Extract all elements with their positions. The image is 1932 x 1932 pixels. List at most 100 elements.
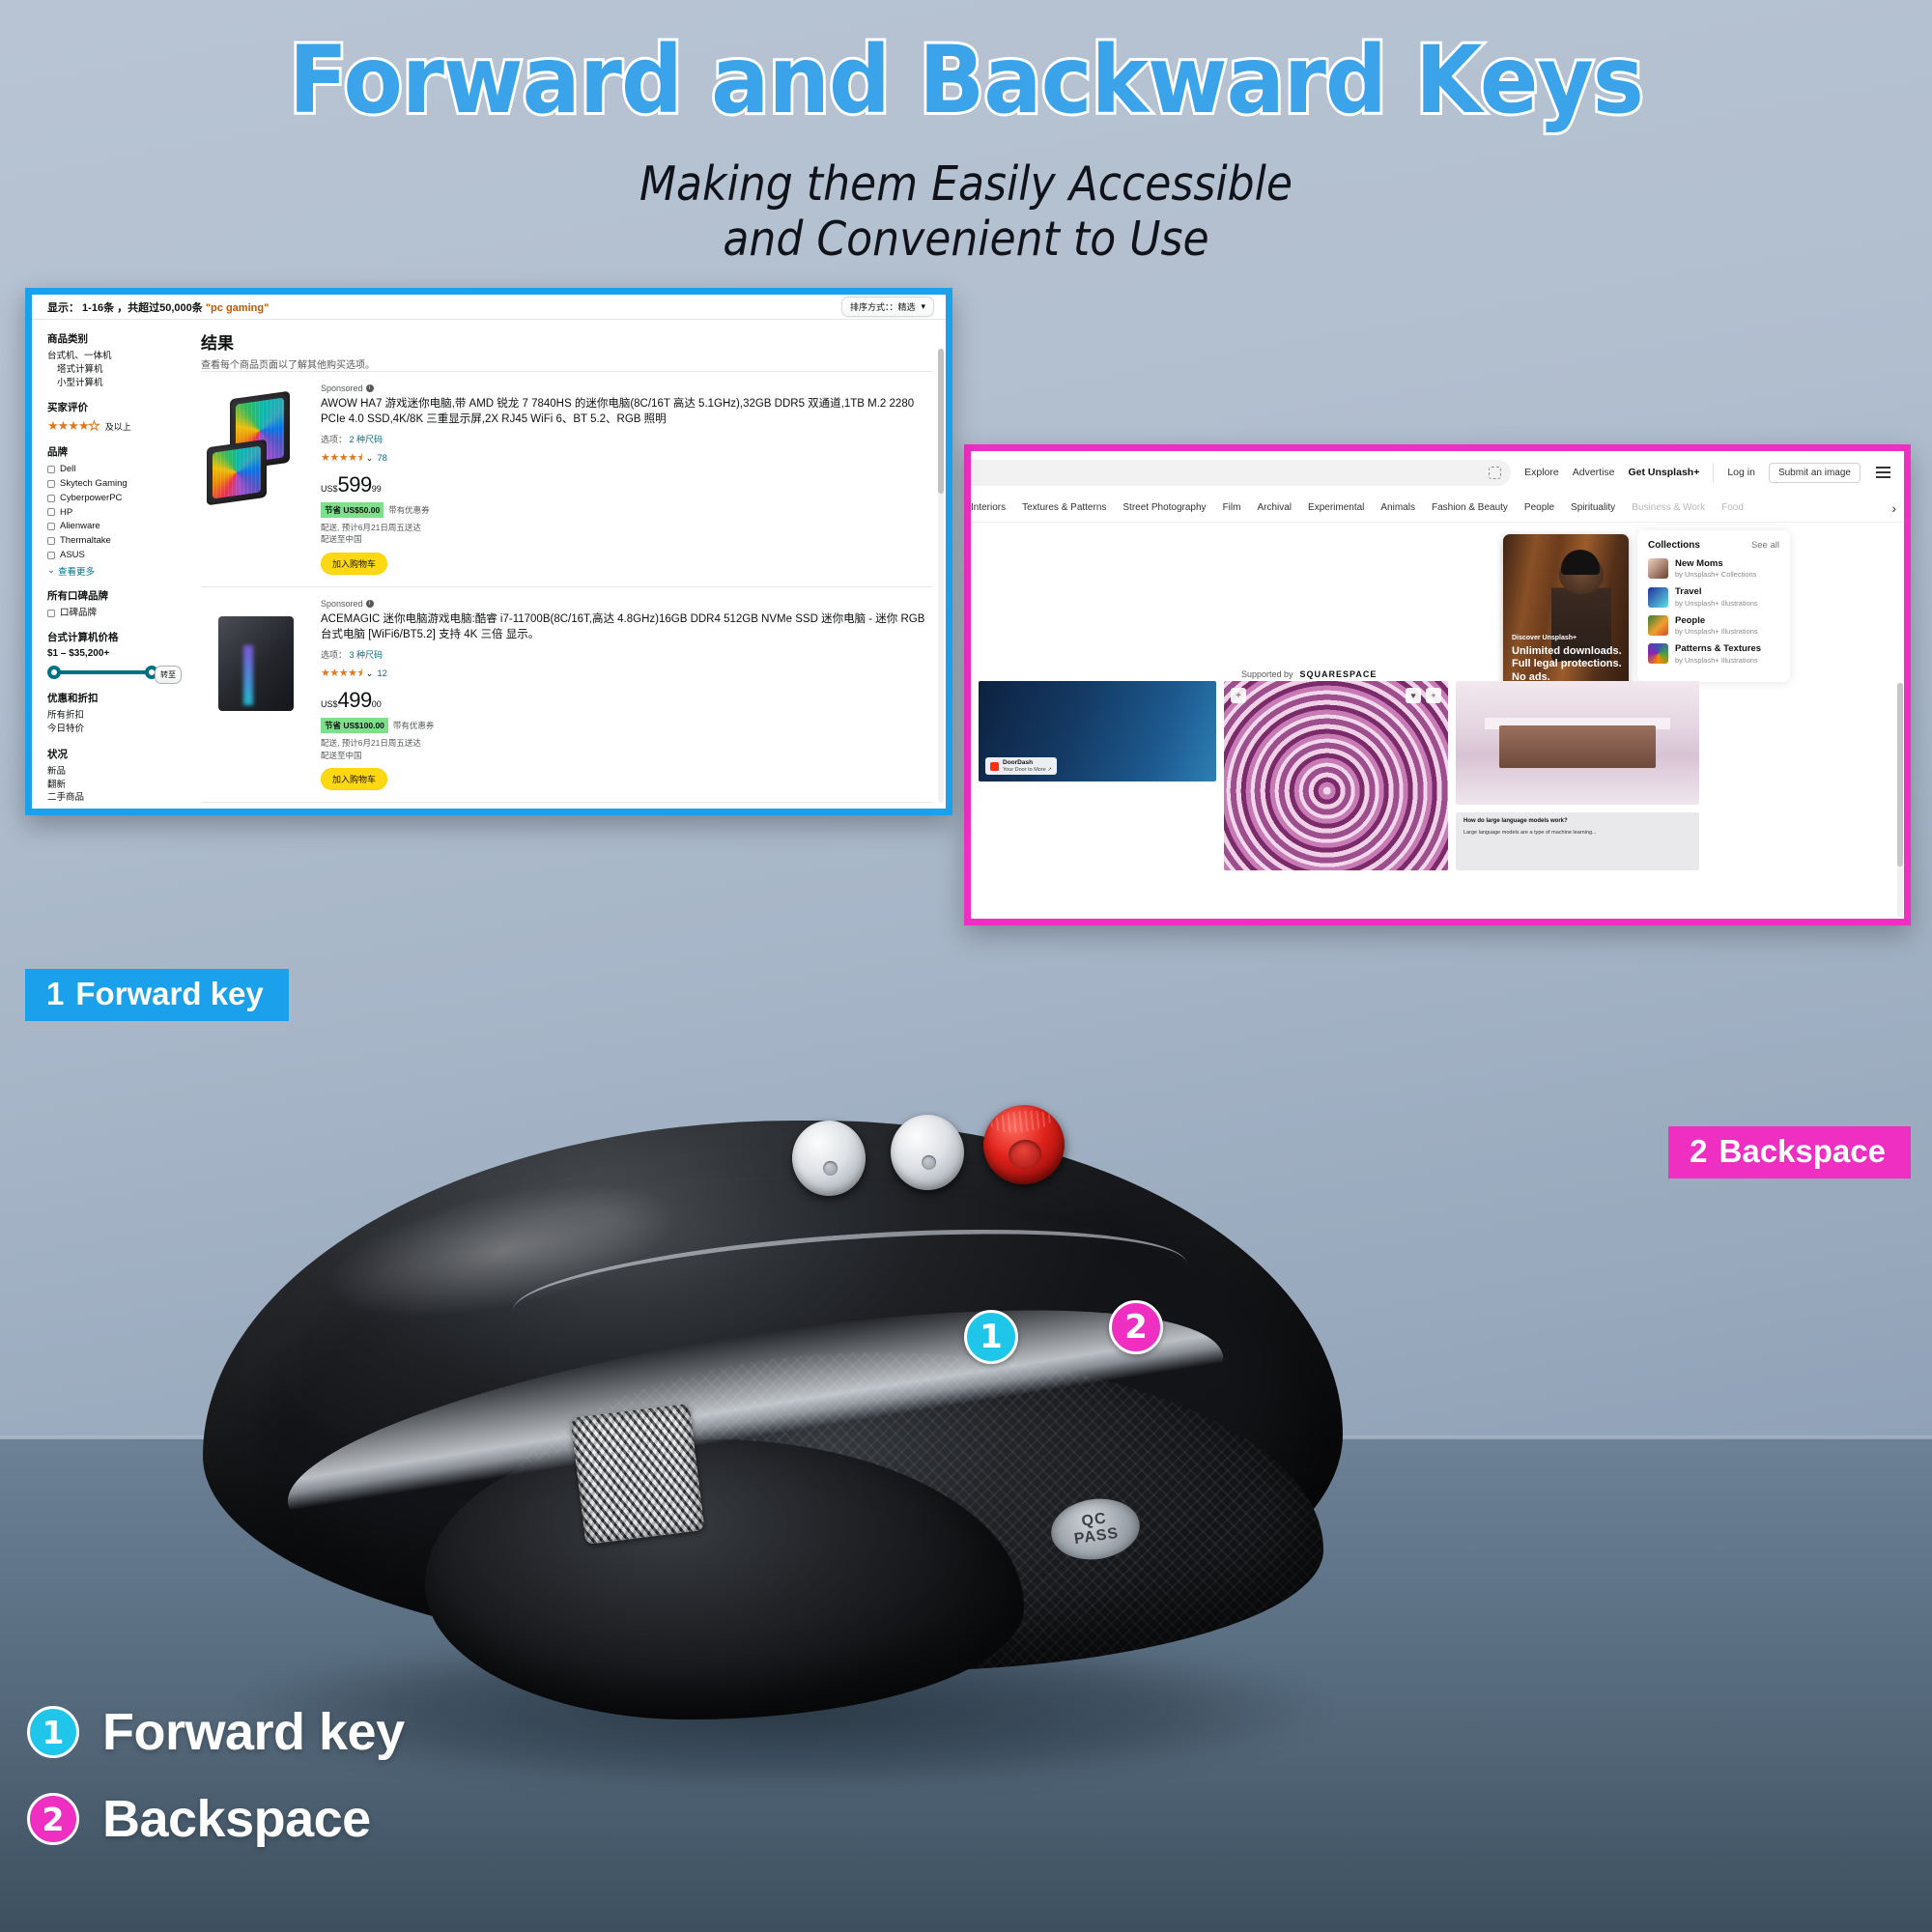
- brand-checkbox-cyberpowerpc[interactable]: CyberpowerPC: [47, 492, 182, 505]
- brand-checkbox-thermaltake[interactable]: Thermaltake: [47, 534, 182, 548]
- checkbox-icon[interactable]: [47, 479, 55, 488]
- category-film[interactable]: Film: [1223, 502, 1241, 513]
- price-go-button[interactable]: 转至: [155, 666, 182, 685]
- category-experimental[interactable]: Experimental: [1308, 502, 1364, 513]
- options-value[interactable]: 2 种尺码: [350, 435, 384, 444]
- collection-item[interactable]: New Moms by Unsplash+ Collections: [1648, 558, 1779, 579]
- product-title[interactable]: AWOW HA7 游戏迷你电脑,带 AMD 锐龙 7 7840HS 的迷你电脑(…: [321, 396, 928, 428]
- collection-item[interactable]: Travel by Unsplash+ Illustrations: [1648, 586, 1779, 608]
- category-fashion-beauty[interactable]: Fashion & Beauty: [1432, 502, 1508, 513]
- rating-filter-row[interactable]: ★★★★★ 及以上: [47, 418, 182, 434]
- checkbox-icon[interactable]: [47, 508, 55, 517]
- heart-icon[interactable]: ♥: [1406, 688, 1421, 703]
- amazon-scrollbar[interactable]: [938, 349, 944, 803]
- options-value[interactable]: 3 种尺码: [350, 650, 384, 660]
- scrollbar-thumb[interactable]: [938, 349, 944, 494]
- product-thumbnail[interactable]: [201, 599, 309, 727]
- amazon-filter-sidebar[interactable]: 商品类别 台式机、一体机 塔式计算机 小型计算机 买家评价 ★★★★★ 及以上 …: [32, 320, 191, 809]
- product-title[interactable]: ACEMAGIC 迷你电脑游戏电脑:酷睿 i7-11700B(8C/16T,高达…: [321, 611, 928, 643]
- info-icon[interactable]: i: [365, 600, 374, 609]
- login-link[interactable]: Log in: [1727, 467, 1755, 478]
- unsplash-screenshot[interactable]: Explore Advertise Get Unsplash+ Log in S…: [964, 444, 1911, 925]
- category-animals[interactable]: Animals: [1380, 502, 1415, 513]
- add-to-collection-icon[interactable]: +: [1231, 688, 1246, 703]
- nav-link-explore[interactable]: Explore: [1524, 467, 1559, 478]
- deal-link-all[interactable]: 所有折扣: [47, 709, 182, 723]
- info-icon[interactable]: i: [365, 384, 374, 392]
- condition-link-new[interactable]: 新品: [47, 765, 182, 779]
- slider-knob-min[interactable]: [47, 666, 61, 680]
- checkbox-icon[interactable]: [47, 609, 55, 617]
- house-body: [1499, 725, 1656, 768]
- category-food[interactable]: Food: [1721, 502, 1744, 513]
- category-spirituality[interactable]: Spirituality: [1571, 502, 1615, 513]
- amazon-sort-dropdown[interactable]: 排序方式：：精选 ▾: [840, 297, 934, 317]
- category-people[interactable]: People: [1524, 502, 1554, 513]
- checkbox-icon[interactable]: [47, 523, 55, 531]
- filter-link-mini[interactable]: 小型计算机: [47, 377, 182, 390]
- photo-tile-agate[interactable]: + ♥ +: [1224, 681, 1448, 870]
- amazon-search-screenshot[interactable]: 显示： 1-16条 ，共超过50,000条 "pc gaming" 排序方式：：…: [25, 288, 952, 815]
- unsplash-category-bar[interactable]: Interiors Textures & Patterns Street Pho…: [971, 494, 1904, 523]
- mouse-backward-button[interactable]: [887, 1111, 968, 1194]
- review-count[interactable]: 78: [377, 453, 387, 464]
- collections-see-all-link[interactable]: See all: [1751, 540, 1779, 551]
- checkbox-icon[interactable]: [47, 466, 55, 474]
- add-to-cart-button[interactable]: 加入购物车: [321, 768, 388, 791]
- product-card[interactable]: Sponsored i AWOW HA7 游戏迷你电脑,带 AMD 锐龙 7 78…: [201, 371, 932, 586]
- checkbox-icon[interactable]: [47, 537, 55, 545]
- scrollbar-thumb[interactable]: [1897, 683, 1903, 867]
- brand-checkbox-hp[interactable]: HP: [47, 506, 182, 520]
- checkbox-icon[interactable]: [47, 551, 55, 559]
- product-card[interactable]: Sponsored i ACEMAGIC 迷你电脑游戏电脑:酷睿 i7-11700…: [201, 586, 932, 802]
- filter-link-tower[interactable]: 塔式计算机: [47, 363, 182, 377]
- callout-badge-2: 2: [1109, 1300, 1163, 1354]
- collection-item[interactable]: Patterns & Textures by Unsplash+ Illustr…: [1648, 643, 1779, 665]
- legend-row-backspace: 2 Backspace: [27, 1789, 405, 1849]
- category-street-photography[interactable]: Street Photography: [1122, 502, 1206, 513]
- unsplash-plus-promo-card[interactable]: Discover Unsplash+ Unlimited downloads. …: [1503, 534, 1629, 692]
- product-rating[interactable]: ★★★★⯨ ⌄ 78: [321, 449, 928, 468]
- nav-link-get-unsplash-plus[interactable]: Get Unsplash+: [1629, 467, 1700, 478]
- plus-icon[interactable]: +: [1426, 688, 1441, 703]
- unsplash-scrollbar[interactable]: [1897, 683, 1903, 917]
- product-card[interactable]: Skytech 游戏星云游戏电脑台式机 – AMD 锐龙 5 3600 3.6 …: [201, 802, 932, 815]
- product-thumbnail[interactable]: [201, 814, 309, 815]
- category-business-work[interactable]: Business & Work: [1632, 502, 1705, 513]
- hamburger-menu-icon[interactable]: [1874, 465, 1892, 480]
- nav-link-advertise[interactable]: Advertise: [1573, 467, 1615, 478]
- condition-link-refurbished[interactable]: 翻新: [47, 779, 182, 792]
- popular-brand-checkbox[interactable]: 口碑品牌: [47, 607, 182, 620]
- category-textures-patterns[interactable]: Textures & Patterns: [1022, 502, 1106, 513]
- filter-link-desktops[interactable]: 台式机、一体机: [47, 350, 182, 363]
- collection-item[interactable]: People by Unsplash+ Illustrations: [1648, 615, 1779, 636]
- category-archival[interactable]: Archival: [1257, 502, 1292, 513]
- shipping-estimate: 配送, 预计6月21日周五送达: [321, 737, 421, 748]
- checkbox-icon[interactable]: [47, 494, 55, 502]
- visual-search-icon[interactable]: [1489, 466, 1502, 479]
- brand-checkbox-asus[interactable]: ASUS: [47, 549, 182, 562]
- deal-link-today[interactable]: 今日特价: [47, 723, 182, 736]
- add-to-cart-button[interactable]: 加入购物车: [321, 553, 388, 576]
- brand-checkbox-skytech[interactable]: Skytech Gaming: [47, 477, 182, 491]
- search-input[interactable]: [971, 459, 1512, 486]
- submit-image-button[interactable]: Submit an image: [1768, 462, 1861, 483]
- doordash-ad-pill[interactable]: DoorDash Your Door to More ↗: [985, 757, 1057, 775]
- brand-checkbox-dell[interactable]: Dell: [47, 463, 182, 476]
- condition-link-used[interactable]: 二手商品: [47, 791, 182, 805]
- mouse-scroll-wheel[interactable]: [570, 1403, 705, 1546]
- photo-tile-llm-article[interactable]: How do large language models work? Large…: [1456, 812, 1699, 870]
- price-range-slider[interactable]: 转至: [47, 665, 182, 685]
- product-thumbnail[interactable]: [201, 384, 309, 511]
- amazon-results-toolbar: 显示： 1-16条 ，共超过50,000条 "pc gaming" 排序方式：：…: [32, 295, 946, 320]
- product-title[interactable]: Skytech 游戏星云游戏电脑台式机 – AMD 锐龙 5 3600 3.6 …: [321, 814, 928, 815]
- category-interiors[interactable]: Interiors: [971, 502, 1006, 513]
- brand-see-more-link[interactable]: ⌄ 查看更多: [47, 564, 182, 578]
- photo-tile-snow-house[interactable]: [1456, 681, 1699, 805]
- review-count[interactable]: 12: [377, 668, 387, 679]
- chevron-right-icon[interactable]: ›: [1891, 500, 1904, 516]
- product-rating[interactable]: ★★★★⯨ ⌄ 12: [321, 665, 928, 683]
- mouse-dpi-button[interactable]: [979, 1100, 1069, 1189]
- brand-checkbox-alienware[interactable]: Alienware: [47, 520, 182, 533]
- photo-tile-doordash[interactable]: DoorDash Your Door to More ↗: [979, 681, 1216, 781]
